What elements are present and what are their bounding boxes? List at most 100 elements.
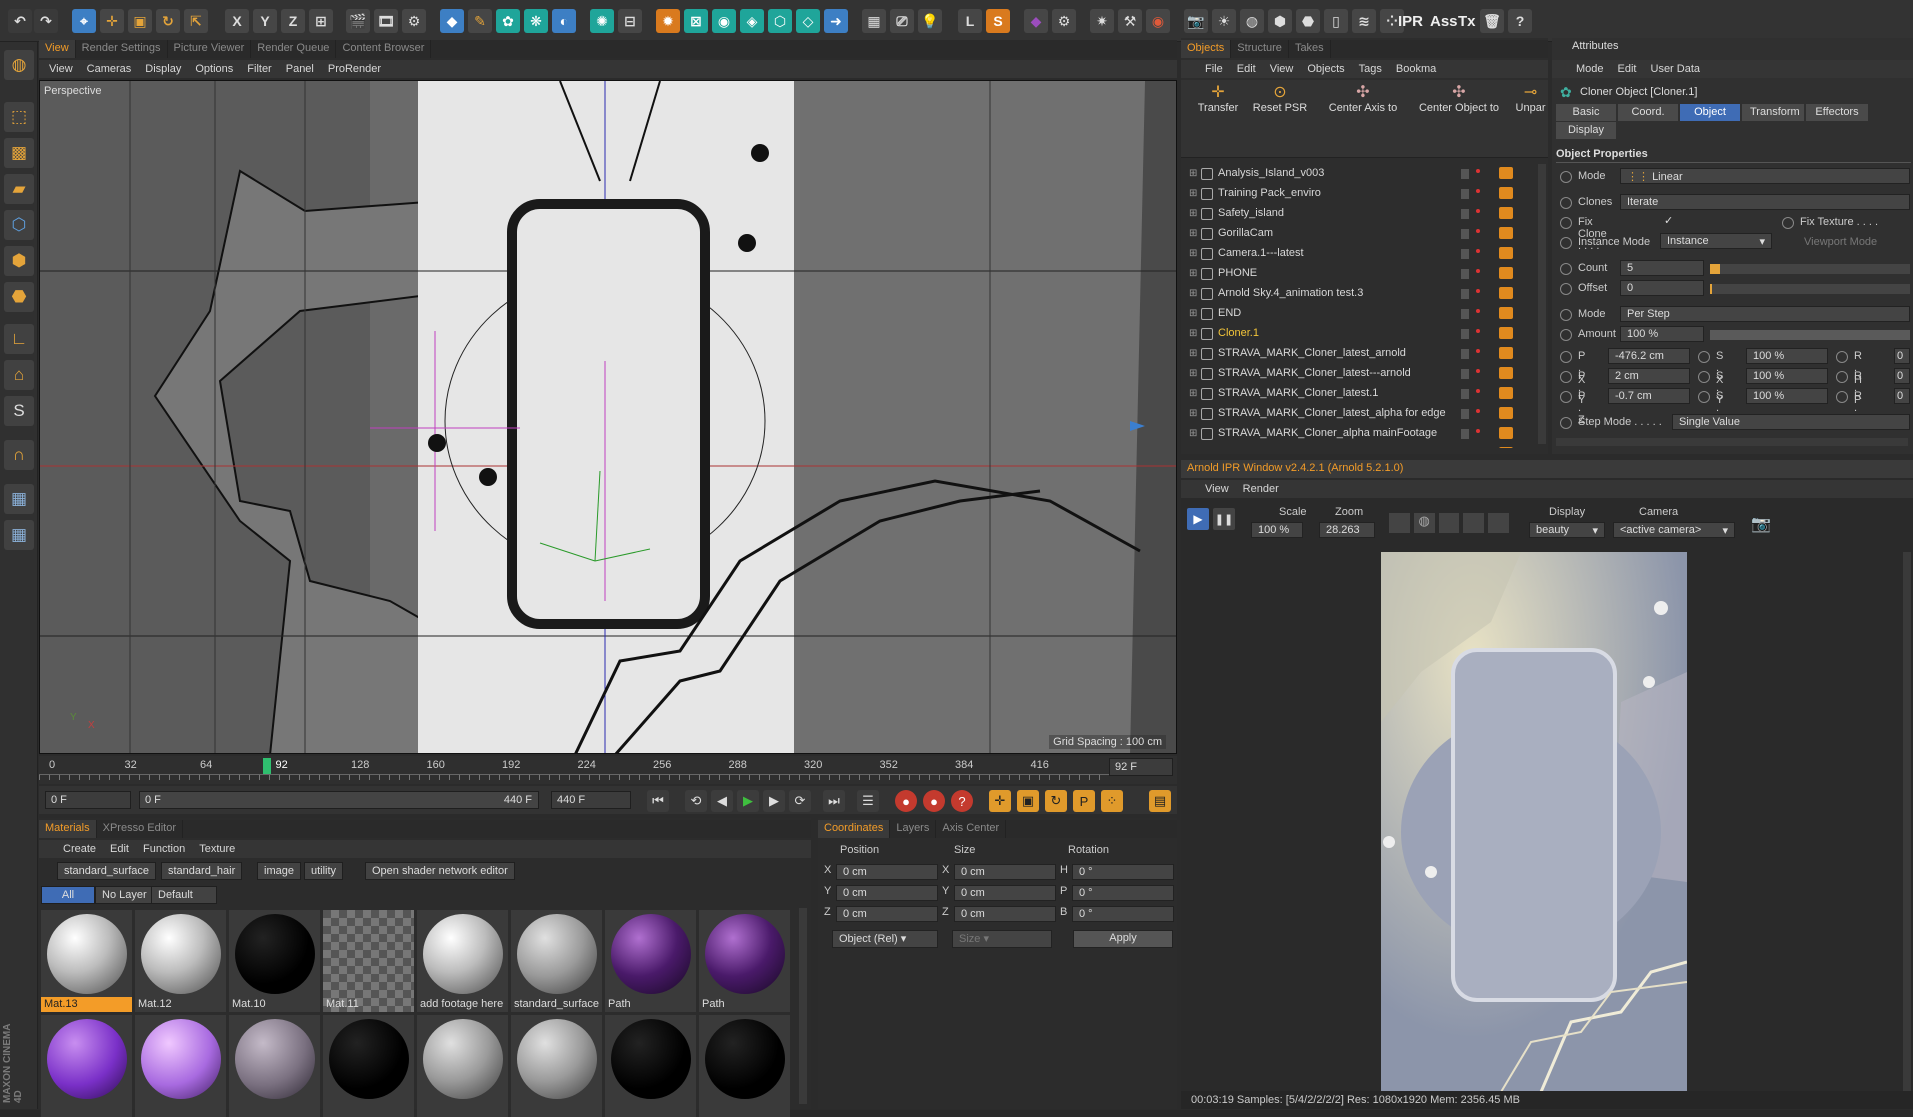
material-swatch[interactable]: standard_surface [511,910,602,1012]
object-row[interactable]: ⊞ STRAVA_MARK_Cloner_latest---arnold [1181,364,1528,384]
layer-swatch[interactable] [1461,289,1469,299]
layer-swatch[interactable] [1461,229,1469,239]
play-icon[interactable]: ▶ [737,790,759,812]
y-axis-lock[interactable]: Y [253,9,277,33]
count-slider[interactable] [1710,264,1910,274]
visibility-dot[interactable] [1476,329,1480,333]
menu-options[interactable]: Options [195,63,233,75]
menu-prorender[interactable]: ProRender [328,63,381,75]
chip-utility[interactable]: utility [304,862,344,880]
apply-button[interactable]: Apply [1073,930,1173,948]
object-row[interactable]: ⊞ Arnold Sky.4_animation test.3 [1181,284,1528,304]
offset-slider[interactable] [1710,284,1910,294]
visibility-dot[interactable] [1476,169,1480,173]
rb-field[interactable]: 0 [1894,388,1910,404]
material-swatch[interactable] [699,1015,790,1117]
object-row[interactable]: ⊞ Camera.1---latest [1181,244,1528,264]
render-window-icon[interactable]: 📷 [1184,9,1208,33]
tab-display[interactable]: Display [1556,122,1616,139]
menu-view[interactable]: View [1205,483,1229,495]
grid-icon[interactable]: ▦ [4,520,34,550]
tab-takes[interactable]: Takes [1289,40,1331,58]
sketch-icon[interactable]: S [986,9,1010,33]
tag-icon[interactable] [1499,307,1513,319]
layer-swatch[interactable] [1461,389,1469,399]
select-tool-icon[interactable]: ⌖ [72,9,96,33]
material-swatch[interactable]: Path [699,910,790,1012]
next-frame-icon[interactable]: ▶ [763,790,785,812]
record-key-icon[interactable]: ● [895,790,917,812]
array-icon[interactable]: ❋ [524,9,548,33]
material-swatch[interactable]: Path [605,910,696,1012]
playhead[interactable] [262,758,271,774]
visibility-dot[interactable] [1476,369,1480,373]
material-swatch[interactable]: add footage here [417,910,508,1012]
expand-icon[interactable]: ⊞ [1189,408,1197,419]
tab-materials[interactable]: Materials [39,820,97,838]
tab-axis-center[interactable]: Axis Center [936,820,1007,838]
object-row[interactable]: ⊞ END [1181,304,1528,324]
frame-range-slider[interactable]: 0 F 440 F [139,791,539,809]
hexagon-icon[interactable]: ⬣ [1296,9,1320,33]
subdivision-icon[interactable]: ✿ [496,9,520,33]
tx-button[interactable]: Tx [1458,13,1476,30]
go-to-start-icon[interactable]: ⏮ [647,790,669,812]
tag-icon[interactable] [1499,427,1513,439]
center-object-tool[interactable]: ✣ Center Object to [1411,82,1507,114]
tweak-mode-icon[interactable]: ⌂ [4,360,34,390]
record-icon[interactable]: ◉ [1146,9,1170,33]
magnet-icon[interactable]: ∩ [4,440,34,470]
tab-objects[interactable]: Objects [1181,40,1232,58]
snap-icon[interactable]: S [4,396,34,426]
layer-filter-no-layer[interactable]: No Layer [95,886,154,904]
go-to-end-icon[interactable]: ⏭ [823,790,845,812]
layer-filter-default[interactable]: Default [151,886,217,904]
zoom-field[interactable]: 28.263 [1319,522,1375,538]
visibility-dot[interactable] [1476,249,1480,253]
material-swatch[interactable] [41,1015,132,1117]
count-field[interactable]: 5 [1620,260,1704,276]
points-mode-icon[interactable]: ⬡ [4,210,34,240]
layer-swatch[interactable] [1461,369,1469,379]
attributes-hscrollbar[interactable] [1556,438,1908,446]
key-position-icon[interactable]: ✛ [989,790,1011,812]
visibility-dot[interactable] [1476,269,1480,273]
tab-object[interactable]: Object [1680,104,1740,121]
shield-icon[interactable]: ⬢ [1268,9,1292,33]
tab-effectors[interactable]: Effectors [1806,104,1868,121]
z-axis-lock[interactable]: Z [281,9,305,33]
object-row[interactable]: ⊞ STRAVA_MARK_Cloner_latest_alpha for edg… [1181,404,1528,424]
tag-icon[interactable] [1499,267,1513,279]
clones-dropdown[interactable]: Iterate [1620,194,1910,210]
coordinate-mode-dropdown[interactable]: Object (Rel) ▾ [832,930,938,948]
reset-psr-tool[interactable]: ⊙ Reset PSR [1247,82,1313,114]
region-icon[interactable] [1389,513,1410,533]
render-settings-icon[interactable]: ⚙ [402,9,426,33]
open-shader-network-button[interactable]: Open shader network editor [365,862,515,880]
tag-icon[interactable] [1499,447,1513,448]
position-field[interactable]: 0 cm [836,906,938,922]
visibility-dot[interactable] [1476,389,1480,393]
expand-icon[interactable]: ⊞ [1189,348,1197,359]
x-axis-lock[interactable]: X [225,9,249,33]
material-swatch[interactable]: Mat.11 [323,910,414,1012]
object-row[interactable]: ⊞STRAVA_MARK_Cloner [1181,444,1528,448]
amount-slider[interactable] [1710,330,1910,340]
tag-icon[interactable] [1499,347,1513,359]
previous-key-icon[interactable]: ⟲ [685,790,707,812]
material-swatch[interactable] [511,1015,602,1117]
tag-icon[interactable] [1499,207,1513,219]
scene-icon[interactable]: ✺ [590,9,614,33]
tab-coordinates[interactable]: Coordinates [818,820,891,838]
ipr-scrollbar[interactable] [1903,552,1911,1092]
rotation-field[interactable]: 0 ° [1072,864,1174,880]
menu-edit[interactable]: Edit [110,843,129,855]
chip-image[interactable]: image [257,862,301,880]
layer-swatch[interactable] [1461,169,1469,179]
expand-icon[interactable]: ⊞ [1189,188,1197,199]
current-frame-field[interactable]: 0 F [45,791,131,809]
rotation-field[interactable]: 0 ° [1072,906,1174,922]
layer-swatch[interactable] [1461,189,1469,199]
layer-filter-all[interactable]: All [41,886,95,904]
arnold-ipr-icon[interactable]: ➜ [824,9,848,33]
